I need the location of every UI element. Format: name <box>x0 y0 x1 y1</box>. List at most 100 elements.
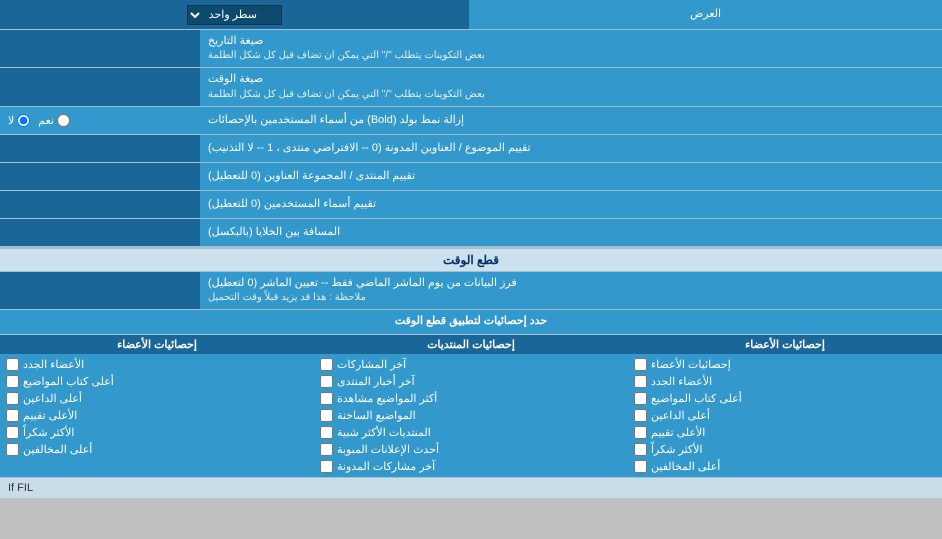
stats-section-label: حدد إحصائيات لتطبيق قطع الوقت <box>0 310 942 333</box>
checkbox-classifieds[interactable] <box>320 443 333 456</box>
checkbox-item-most-thanks: الأكثر شكراً <box>634 441 936 458</box>
realtime-section-text: قطع الوقت <box>443 253 499 267</box>
checkbox-new-members[interactable] <box>634 375 647 388</box>
bottom-text: If FIL <box>0 478 942 498</box>
forum-sort-label: تقييم المنتدى / المجموعة العناوين (0 للت… <box>200 163 942 190</box>
checkbox-most-thanks[interactable] <box>634 443 647 456</box>
time-format-row: صيغة الوقت بعض التكوينات يتطلب "/" التي … <box>0 68 942 106</box>
stats-col2: إحصائيات المنتديات آخر المشاركات آخر أخب… <box>314 335 628 477</box>
main-container: العرض سطر واحد صيغة التاريخ بعض التكوينا… <box>0 0 942 498</box>
checkbox-item-top-writers: أعلى كتاب المواضيع <box>634 390 936 407</box>
checkbox-forum-news[interactable] <box>320 375 333 388</box>
header-row: العرض سطر واحد <box>0 0 942 30</box>
checkbox-top-writers[interactable] <box>634 392 647 405</box>
bottom-text-content: If FIL <box>8 482 33 494</box>
forum-sort-input-cell[interactable]: 33 <box>0 163 200 190</box>
stats-col3: إحصائيات الأعضاء إحصائيات الأعضاء الأعضا… <box>628 335 942 477</box>
bold-remove-no-radio[interactable] <box>17 114 30 127</box>
checkbox-item-blog-posts: آخر مشاركات المدونة <box>320 458 622 475</box>
checkbox-item-col1-new-members: الأعضاء الجدد <box>6 356 308 373</box>
checkbox-item-most-viewed: أكثر المواضيع مشاهدة <box>320 390 622 407</box>
checkbox-col1-top-violators[interactable] <box>6 443 19 456</box>
stats-col3-items: إحصائيات الأعضاء الأعضاء الجدد أعلى كتاب… <box>628 354 942 477</box>
checkbox-item-similar-forums: المنتديات الأكثر شبية <box>320 424 622 441</box>
checkbox-last-posts[interactable] <box>320 358 333 371</box>
dropdown-cell[interactable]: سطر واحد <box>0 0 469 29</box>
forum-sort-input[interactable]: 33 <box>6 167 194 185</box>
checkbox-similar-forums[interactable] <box>320 426 333 439</box>
checkbox-item-top-violators: أعلى المخالفين <box>634 458 936 475</box>
checkbox-col1-top-rated[interactable] <box>6 409 19 422</box>
stats-col1-header: إحصائيات الأعضاء <box>0 335 314 354</box>
bold-remove-yes-radio[interactable] <box>57 114 70 127</box>
bold-remove-no-label[interactable]: لا <box>8 114 30 127</box>
forum-sort-text: تقييم المنتدى / المجموعة العناوين (0 للت… <box>208 169 415 184</box>
checkbox-item-col1-top-writers: أعلى كتاب المواضيع <box>6 373 308 390</box>
stats-header-row: حدد إحصائيات لتطبيق قطع الوقت <box>0 310 942 334</box>
past-days-input[interactable]: 0 <box>6 281 194 299</box>
forum-sort-row: تقييم المنتدى / المجموعة العناوين (0 للت… <box>0 163 942 191</box>
time-format-title: صيغة الوقت <box>208 72 263 87</box>
bold-remove-label: إزالة نمط بولد (Bold) من أسماء المستخدمي… <box>200 107 942 134</box>
checkbox-members[interactable] <box>634 358 647 371</box>
checkbox-item-last-posts: آخر المشاركات <box>320 356 622 373</box>
time-format-label: صيغة الوقت بعض التكوينات يتطلب "/" التي … <box>200 68 942 105</box>
gap-input[interactable]: 2 <box>6 223 194 241</box>
stats-col2-header: إحصائيات المنتديات <box>314 335 628 354</box>
bold-remove-row: إزالة نمط بولد (Bold) من أسماء المستخدمي… <box>0 107 942 135</box>
usernames-sort-input-cell[interactable]: 0 <box>0 191 200 218</box>
field-label-text: العرض <box>690 7 721 22</box>
date-format-sublabel: بعض التكوينات يتطلب "/" التي يمكن ان تضا… <box>208 49 485 63</box>
past-days-text: فرز البيانات من يوم الماشر الماضي فقط --… <box>208 276 517 291</box>
checkbox-item-classifieds: أحدث الإعلانات المبوبة <box>320 441 622 458</box>
checkbox-col1-new-members[interactable] <box>6 358 19 371</box>
bold-remove-yes-label[interactable]: نعم <box>38 114 70 127</box>
date-format-label: صيغة التاريخ بعض التكوينات يتطلب "/" الت… <box>200 30 942 67</box>
usernames-sort-input[interactable]: 0 <box>6 195 194 213</box>
realtime-section-header: قطع الوقت <box>0 247 942 272</box>
display-select[interactable]: سطر واحد <box>187 5 282 25</box>
time-format-input[interactable]: H:i <box>6 78 194 96</box>
checkbox-col1-top-callers[interactable] <box>6 392 19 405</box>
checkbox-col1-top-writers[interactable] <box>6 375 19 388</box>
date-format-input[interactable]: d-m <box>6 40 194 58</box>
gap-text: المسافة بين الخلايا (بالبكسل) <box>208 225 340 240</box>
time-format-input-cell[interactable]: H:i <box>0 68 200 105</box>
usernames-sort-row: تقييم أسماء المستخدمين (0 للتعطيل) 0 <box>0 191 942 219</box>
stats-section-text: حدد إحصائيات لتطبيق قطع الوقت <box>395 314 547 329</box>
checkbox-top-rated[interactable] <box>634 426 647 439</box>
checkbox-item-top-callers: أعلى الداعين <box>634 407 936 424</box>
topics-sort-text: تقييم الموضوع / العناوين المدونة (0 -- ا… <box>208 141 531 156</box>
checkbox-most-viewed[interactable] <box>320 392 333 405</box>
checkbox-top-violators[interactable] <box>634 460 647 473</box>
checkbox-item-new-members: الأعضاء الجدد <box>634 373 936 390</box>
checkbox-item-hot-topics: المواضيع الساخنة <box>320 407 622 424</box>
stats-section: حدد إحصائيات لتطبيق قطع الوقت إحصائيات ا… <box>0 310 942 477</box>
topics-sort-row: تقييم الموضوع / العناوين المدونة (0 -- ا… <box>0 135 942 163</box>
stats-columns: إحصائيات الأعضاء إحصائيات الأعضاء الأعضا… <box>0 335 942 478</box>
checkbox-item-col1-most-thanks: الأكثر شكراً <box>6 424 308 441</box>
checkbox-hot-topics[interactable] <box>320 409 333 422</box>
date-format-input-cell[interactable]: d-m <box>0 30 200 67</box>
topics-sort-input-cell[interactable]: 33 <box>0 135 200 162</box>
bold-remove-text: إزالة نمط بولد (Bold) من أسماء المستخدمي… <box>208 113 464 128</box>
past-days-input-cell[interactable]: 0 <box>0 272 200 309</box>
stats-col3-header: إحصائيات الأعضاء <box>628 335 942 354</box>
stats-col2-items: آخر المشاركات آخر أخبار المنتدى أكثر الم… <box>314 354 628 477</box>
checkbox-col1-most-thanks[interactable] <box>6 426 19 439</box>
checkbox-top-callers[interactable] <box>634 409 647 422</box>
checkbox-blog-posts[interactable] <box>320 460 333 473</box>
topics-sort-label: تقييم الموضوع / العناوين المدونة (0 -- ا… <box>200 135 942 162</box>
time-format-sublabel: بعض التكوينات يتطلب "/" التي يمكن ان تضا… <box>208 88 485 102</box>
checkbox-item-col1-top-rated: الأعلى تقييم <box>6 407 308 424</box>
past-days-row: فرز البيانات من يوم الماشر الماضي فقط --… <box>0 272 942 310</box>
checkbox-item-col1-top-violators: أعلى المخالفين <box>6 441 308 458</box>
stats-col1: إحصائيات الأعضاء الأعضاء الجدد أعلى كتاب… <box>0 335 314 477</box>
checkbox-item-members: إحصائيات الأعضاء <box>634 356 936 373</box>
date-format-title: صيغة التاريخ <box>208 34 263 49</box>
topics-sort-input[interactable]: 33 <box>6 139 194 157</box>
field-label: العرض <box>469 0 942 29</box>
usernames-sort-text: تقييم أسماء المستخدمين (0 للتعطيل) <box>208 197 376 212</box>
usernames-sort-label: تقييم أسماء المستخدمين (0 للتعطيل) <box>200 191 942 218</box>
gap-input-cell[interactable]: 2 <box>0 219 200 246</box>
